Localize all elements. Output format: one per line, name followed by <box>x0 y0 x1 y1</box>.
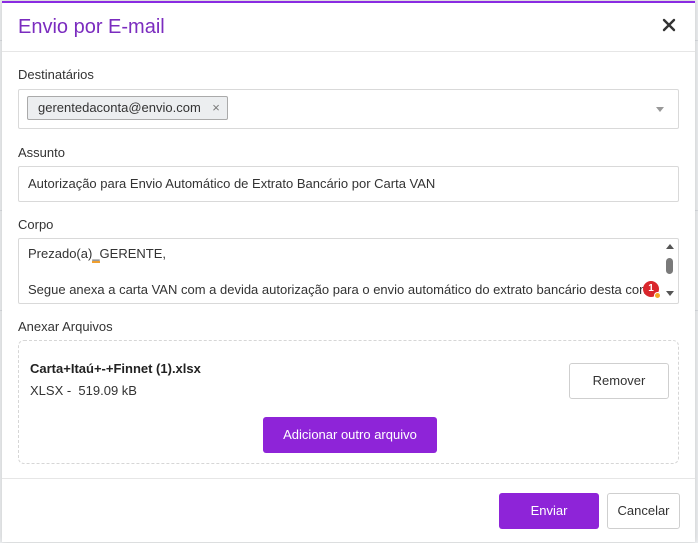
recipients-field[interactable]: gerentedaconta@envio.com × <box>18 89 679 129</box>
chevron-down-icon[interactable] <box>656 107 664 112</box>
body-greeting: Prezado(a)_GERENTE, <box>28 246 167 263</box>
close-button[interactable] <box>657 12 681 38</box>
body-scrollbar[interactable] <box>663 240 677 302</box>
badge-status-dot <box>654 292 661 299</box>
file-name: Carta+Itaú+-+Finnet (1).xlsx <box>30 361 201 376</box>
body-label: Corpo <box>18 217 54 232</box>
email-modal: Envio por E-mail Destinatários gerenteda… <box>2 1 695 542</box>
recipient-tag: gerentedaconta@envio.com × <box>27 96 228 120</box>
body-textarea[interactable]: Prezado(a)_GERENTE, Segue anexa a carta … <box>18 238 679 304</box>
body-line: Segue anexa a carta VAN com a devida aut… <box>28 282 661 297</box>
scroll-down-icon[interactable] <box>666 291 674 296</box>
recipient-email: gerentedaconta@envio.com <box>38 100 201 115</box>
attachments-label: Anexar Arquivos <box>18 319 113 334</box>
send-button[interactable]: Enviar <box>499 493 599 529</box>
modal-title: Envio por E-mail <box>18 16 165 38</box>
cancel-button[interactable]: Cancelar <box>607 493 680 529</box>
footer-divider <box>2 478 695 479</box>
subject-input[interactable]: Autorização para Envio Automático de Ext… <box>18 166 679 202</box>
file-type: XLSX - <box>30 383 72 398</box>
scroll-up-icon[interactable] <box>666 244 674 249</box>
file-size: 519.09 kB <box>78 383 137 398</box>
recipients-label: Destinatários <box>18 67 94 82</box>
modal-header: Envio por E-mail <box>2 3 695 52</box>
close-icon <box>662 18 676 32</box>
spelling-marker: _ <box>92 246 100 263</box>
greeting-suffix: GERENTE, <box>99 246 167 261</box>
remove-file-button[interactable]: Remover <box>569 363 669 399</box>
scroll-thumb[interactable] <box>666 258 673 274</box>
remove-recipient-button[interactable]: × <box>212 97 220 119</box>
attachment-dropzone[interactable]: Carta+Itaú+-+Finnet (1).xlsx XLSX - 519.… <box>18 340 679 464</box>
subject-label: Assunto <box>18 145 65 160</box>
add-file-button[interactable]: Adicionar outro arquivo <box>263 417 437 453</box>
greeting-prefix: Prezado(a) <box>28 246 93 261</box>
file-meta: XLSX - 519.09 kB <box>30 383 137 398</box>
